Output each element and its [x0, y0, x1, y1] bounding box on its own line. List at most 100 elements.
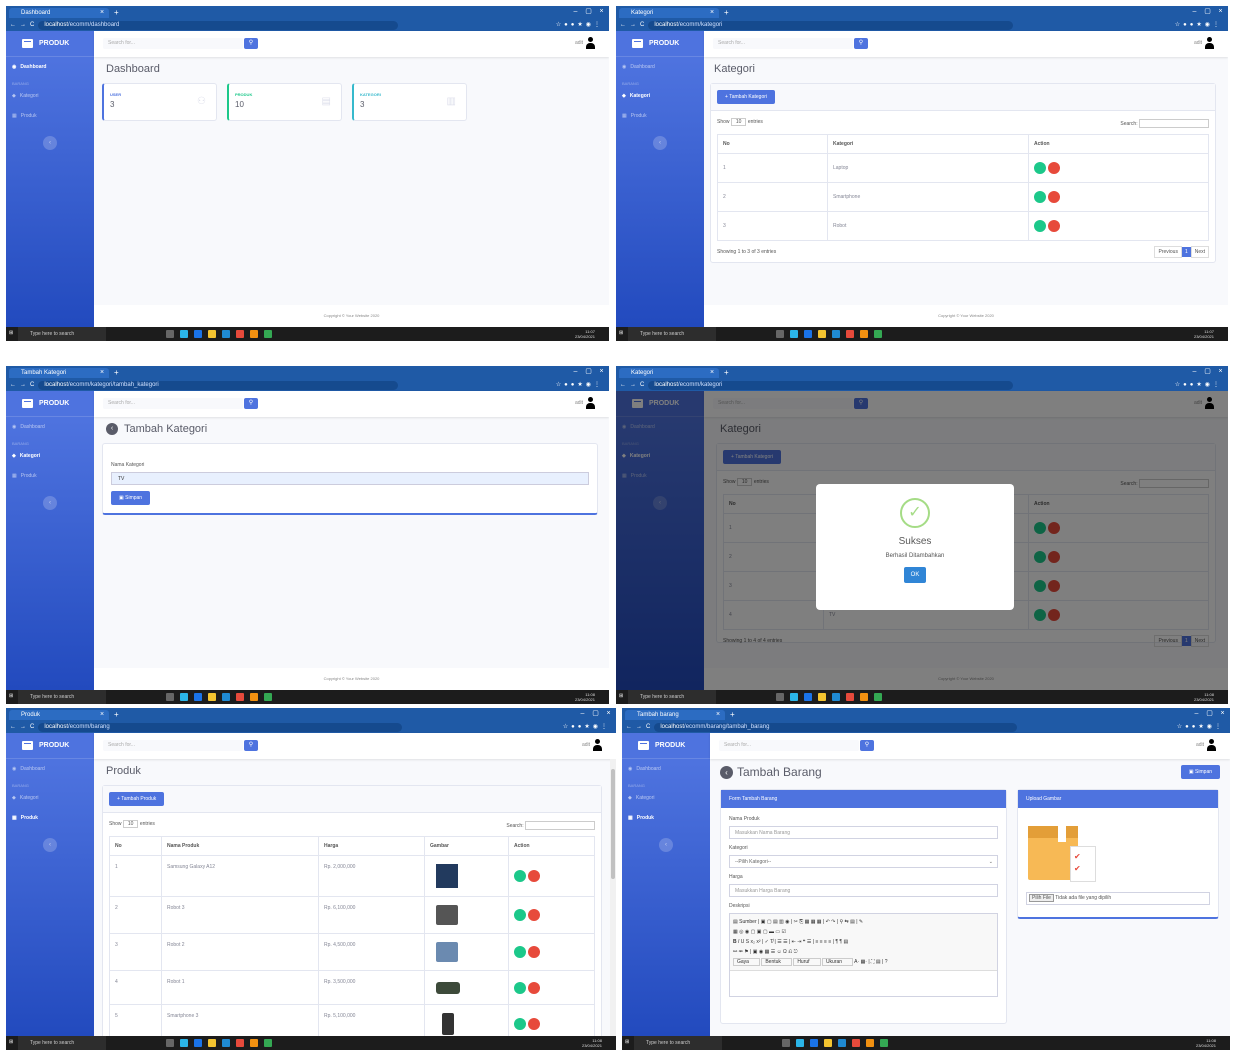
delete-icon[interactable]	[1048, 162, 1060, 174]
size-select[interactable]: Ukuran	[821, 958, 854, 966]
edge-icon[interactable]	[790, 693, 798, 701]
edge-icon[interactable]	[180, 693, 188, 701]
search-input[interactable]: Search for...	[103, 740, 243, 751]
edit-icon[interactable]	[1034, 220, 1046, 232]
new-tab-icon[interactable]: +	[724, 368, 729, 378]
back-icon[interactable]: ←	[626, 724, 632, 730]
delete-icon[interactable]	[528, 870, 540, 882]
table-search-input[interactable]	[525, 821, 595, 830]
windows-start-icon[interactable]: ⊞	[9, 330, 13, 336]
url-field[interactable]: localhost/ecomm/barang	[38, 722, 402, 732]
task-view-icon[interactable]	[166, 1039, 174, 1047]
next-button[interactable]: Next	[1190, 246, 1209, 258]
edit-icon[interactable]	[514, 1018, 526, 1030]
close-window-icon[interactable]: ×	[596, 367, 607, 376]
store-icon[interactable]	[804, 693, 812, 701]
sidebar-item-dashboard[interactable]: ◉Dashboard	[622, 759, 710, 779]
folder-icon[interactable]	[818, 693, 826, 701]
save-button[interactable]: ▣ Simpan	[111, 491, 151, 505]
harga-input[interactable]: Masukkan Harga Barang	[729, 884, 998, 897]
page-length-select[interactable]: 10	[122, 820, 139, 828]
app-icon[interactable]	[236, 330, 244, 338]
sidebar-item-kategori[interactable]: ◆Kategori	[6, 788, 94, 808]
folder-icon[interactable]	[208, 1039, 216, 1047]
extension-icons[interactable]: ☆●●★◉⋮	[1175, 379, 1222, 391]
edge-icon[interactable]	[790, 330, 798, 338]
browser-tab[interactable]: Tambah Kategori	[9, 368, 109, 378]
prev-button[interactable]: Previous	[1154, 246, 1182, 258]
format-select[interactable]: Bentuk	[761, 958, 792, 966]
column-header[interactable]: Action	[508, 836, 595, 856]
taskbar-search[interactable]: Type here to search	[628, 690, 716, 704]
edit-icon[interactable]	[514, 909, 526, 921]
folder-icon[interactable]	[818, 330, 826, 338]
vscode-icon[interactable]	[222, 330, 230, 338]
nama-kategori-input[interactable]: TV	[111, 472, 589, 485]
edit-icon[interactable]	[514, 870, 526, 882]
windows-start-icon[interactable]: ⊞	[625, 1039, 629, 1045]
app-icon[interactable]	[846, 330, 854, 338]
url-field[interactable]: localhost/ecomm/kategori	[648, 380, 1014, 390]
chrome-icon[interactable]	[264, 330, 272, 338]
browser-tab[interactable]: Tambah barang	[625, 710, 725, 720]
back-icon[interactable]: ←	[10, 724, 16, 730]
sidebar-brand[interactable]: PRODUK	[6, 733, 94, 759]
task-view-icon[interactable]	[776, 330, 784, 338]
sidebar-toggle-button[interactable]: ‹	[653, 136, 667, 150]
ok-button[interactable]: OK	[903, 567, 927, 583]
close-tab-icon[interactable]: ×	[710, 8, 714, 18]
maximize-icon[interactable]: ▢	[1202, 7, 1213, 16]
user-menu[interactable]: adit	[1194, 37, 1214, 49]
app-icon[interactable]	[860, 693, 868, 701]
chrome-icon[interactable]	[264, 693, 272, 701]
edit-icon[interactable]	[514, 946, 526, 958]
sidebar-toggle-button[interactable]: ‹	[43, 838, 57, 852]
add-kategori-button[interactable]: + Tambah Kategori	[717, 90, 776, 104]
delete-icon[interactable]	[528, 946, 540, 958]
edit-icon[interactable]	[1034, 191, 1046, 203]
app-icon[interactable]	[852, 1039, 860, 1047]
delete-icon[interactable]	[1048, 220, 1060, 232]
chrome-icon[interactable]	[264, 1039, 272, 1047]
minimize-icon[interactable]: –	[1189, 367, 1200, 376]
browser-tab[interactable]: Dashboard	[9, 8, 109, 18]
browser-tab[interactable]: Kategori	[619, 368, 719, 378]
vscode-icon[interactable]	[222, 693, 230, 701]
sidebar-item-kategori[interactable]: ◆Kategori	[622, 788, 710, 808]
vscode-icon[interactable]	[832, 693, 840, 701]
kategori-select[interactable]: --Pilih Kategori-- ⌄	[729, 855, 998, 868]
forward-icon[interactable]: →	[630, 382, 636, 388]
sidebar-toggle-button[interactable]: ‹	[43, 496, 57, 510]
page-1-button[interactable]: 1	[1181, 247, 1191, 257]
close-window-icon[interactable]: ×	[603, 709, 614, 718]
sidebar-brand[interactable]: PRODUK	[6, 391, 94, 417]
close-tab-icon[interactable]: ×	[100, 710, 104, 720]
scrollbar[interactable]	[610, 759, 616, 1036]
rich-text-editor[interactable]: ▤ Sumber | ▣ ▢ ▤ ▥ ◉ | ✂ ⎘ ▦ ▦ ▦ | ↶ ↷ |…	[729, 913, 998, 997]
sidebar-item-produk[interactable]: ▦Produk	[6, 106, 94, 126]
edit-icon[interactable]	[514, 981, 526, 994]
column-header[interactable]: Kategori	[827, 134, 1029, 154]
windows-start-icon[interactable]: ⊞	[9, 693, 13, 699]
search-button[interactable]: ⚲	[244, 38, 258, 49]
user-menu[interactable]: adit	[582, 739, 602, 751]
app-icon[interactable]	[846, 693, 854, 701]
folder-icon[interactable]	[824, 1039, 832, 1047]
save-button[interactable]: ▣ Simpan	[1180, 765, 1220, 779]
table-search-input[interactable]	[1139, 119, 1209, 128]
taskbar-search[interactable]: Type here to search	[18, 1036, 106, 1050]
taskbar-search[interactable]: Type here to search	[628, 327, 716, 341]
delete-icon[interactable]	[528, 981, 540, 994]
sidebar-item-produk[interactable]: ▦Produk	[616, 106, 704, 126]
app-icon[interactable]	[236, 693, 244, 701]
style-select[interactable]: Gaya	[733, 958, 760, 966]
source-button[interactable]: ▤ Sumber	[733, 919, 757, 925]
chrome-icon[interactable]	[874, 330, 882, 338]
sidebar-item-kategori[interactable]: ◆Kategori	[6, 446, 94, 466]
minimize-icon[interactable]: –	[570, 7, 581, 16]
taskbar-search[interactable]: Type here to search	[18, 690, 106, 704]
edge-icon[interactable]	[180, 330, 188, 338]
sidebar-item-produk[interactable]: ▦Produk	[6, 808, 94, 828]
forward-icon[interactable]: →	[20, 382, 26, 388]
search-button[interactable]: ⚲	[244, 398, 258, 409]
